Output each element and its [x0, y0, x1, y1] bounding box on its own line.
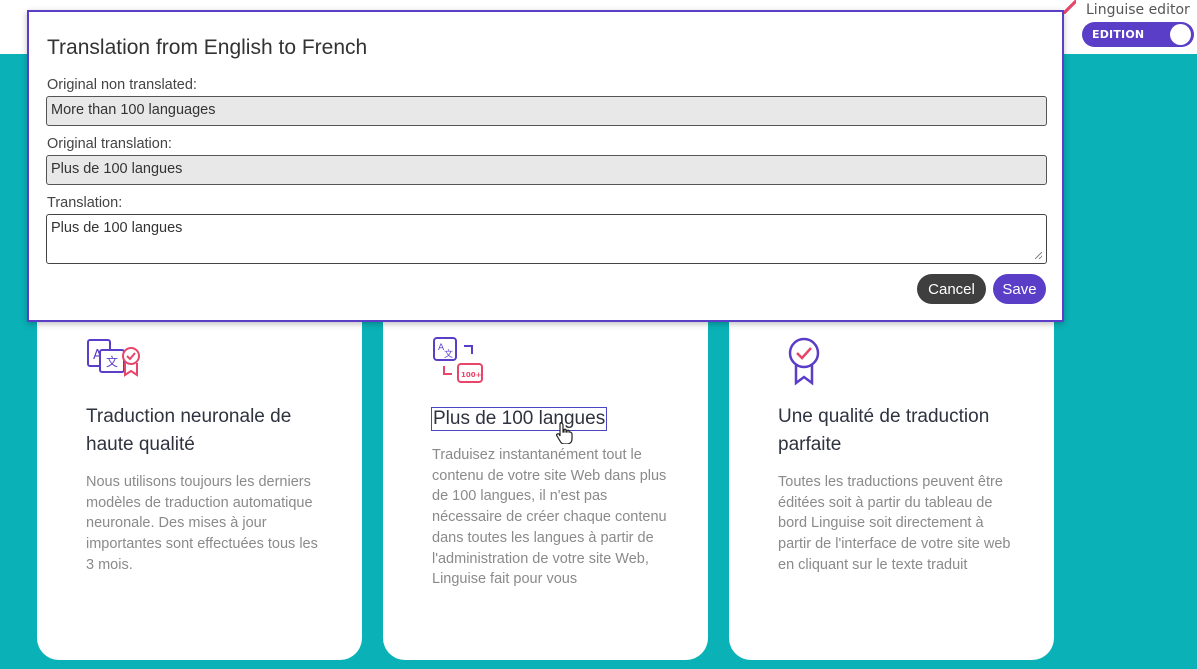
toggle-knob [1170, 24, 1191, 45]
svg-text:100+: 100+ [461, 371, 482, 379]
svg-text:文: 文 [106, 354, 118, 369]
feature-card-neural: A 文 Traduction neuronale de haute qualit… [37, 270, 362, 660]
editor-title: Linguise editor [1086, 2, 1190, 18]
award-ribbon-icon [788, 337, 820, 386]
card-description: Traduisez instantanément tout le contenu… [432, 447, 667, 588]
save-button[interactable]: Save [993, 274, 1046, 304]
translation-label: Translation: [47, 195, 123, 211]
resize-grip-icon[interactable] [1035, 252, 1042, 259]
cancel-button[interactable]: Cancel [917, 274, 986, 304]
translate-quality-icon: A 文 [87, 339, 140, 377]
card-description: Nous utilisons toujours les derniers mod… [86, 474, 318, 573]
hand-cursor-icon [556, 422, 573, 444]
svg-text:文: 文 [444, 348, 453, 360]
card-title: Traduction neuronale de haute qualité [86, 406, 292, 455]
card-title-selected[interactable]: Plus de 100 langues [431, 407, 608, 431]
translation-textarea[interactable]: Plus de 100 langues [46, 214, 1047, 264]
card-description: Toutes les traductions peuvent être édit… [778, 474, 1011, 573]
dialog-title: Translation from English to French [47, 36, 368, 59]
feature-card-quality: Une qualité de traduction parfaite Toute… [729, 270, 1054, 660]
languages-100-icon: A 文 100+ [433, 337, 483, 383]
edition-mode-label: EDITION [1092, 28, 1145, 41]
original-text-field: More than 100 languages [46, 96, 1047, 126]
feature-card-languages: A 文 100+ Plus de 100 langues Traduisez i… [383, 270, 708, 660]
corner-marker-icon [1062, 0, 1076, 14]
card-title: Une qualité de traduction parfaite [778, 406, 990, 455]
original-label: Original non translated: [47, 77, 197, 93]
edition-mode-toggle[interactable]: EDITION [1082, 22, 1194, 47]
original-translation-field: Plus de 100 langues [46, 155, 1047, 185]
original-translation-label: Original translation: [47, 136, 172, 152]
linguise-editor-widget: Linguise editor EDITION [1080, 0, 1197, 54]
translation-dialog: Translation from English to French Origi… [27, 10, 1064, 322]
